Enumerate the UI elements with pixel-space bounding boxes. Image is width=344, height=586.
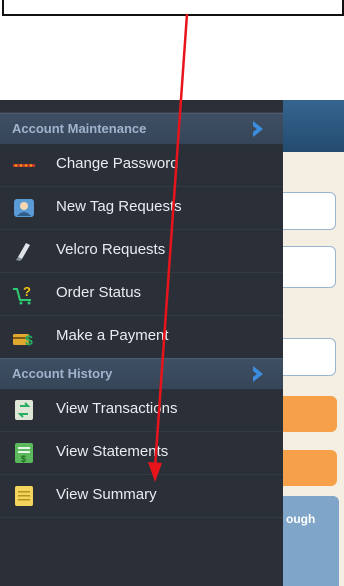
main-content-behind-drawer: ough <box>283 100 344 586</box>
money-card-icon: $ <box>13 332 33 348</box>
menu-item-view-summary[interactable]: View Summary <box>0 475 283 518</box>
cart-question-icon: ? <box>13 284 31 305</box>
section-title: Account Maintenance <box>12 121 147 136</box>
svg-text:$: $ <box>21 454 26 464</box>
menu-item-make-a-payment[interactable]: $ Make a Payment <box>0 316 283 359</box>
menu-item-label: View Summary <box>56 486 157 503</box>
input-field[interactable] <box>283 338 336 376</box>
menu-item-new-tag-requests[interactable]: New Tag Requests <box>0 187 283 230</box>
menu-item-change-password[interactable]: Change Password <box>0 144 283 187</box>
menu-item-view-transactions[interactable]: View Transactions <box>0 389 283 432</box>
section-title: Account History <box>12 366 113 381</box>
menu-item-view-statements[interactable]: $ View Statements <box>0 432 283 475</box>
summary-icon <box>15 486 33 506</box>
menu-item-label: Velcro Requests <box>56 241 166 258</box>
action-button[interactable] <box>283 396 337 432</box>
svg-text:$: $ <box>25 332 33 348</box>
menu-item-label: View Statements <box>56 443 169 460</box>
menu-item-label: New Tag Requests <box>56 198 182 215</box>
chevron-right-icon <box>253 366 263 382</box>
section-header-account-maintenance[interactable]: Account Maintenance <box>0 113 283 145</box>
info-panel: ough <box>283 496 339 586</box>
drawer-top-strip <box>0 100 283 113</box>
app-screen: ough Account Maintenance Change Password <box>0 100 344 586</box>
chevron-right-icon <box>253 121 263 137</box>
nav-bar <box>283 100 344 152</box>
menu-item-order-status[interactable]: ? Order Status <box>0 273 283 316</box>
tag-person-icon <box>14 199 34 217</box>
velcro-icon <box>16 243 30 261</box>
svg-text:?: ? <box>23 284 31 299</box>
menu-item-label: Make a Payment <box>56 327 169 344</box>
side-drawer-menu: Account Maintenance Change Password New … <box>0 100 283 586</box>
input-field[interactable] <box>283 246 336 288</box>
menu-item-velcro-requests[interactable]: Velcro Requests <box>0 230 283 273</box>
transactions-icon <box>15 400 33 420</box>
menu-item-label: Change Password <box>56 155 179 172</box>
input-field[interactable] <box>283 192 336 230</box>
statement-icon: $ <box>15 443 33 464</box>
menu-item-label: View Transactions <box>56 400 178 417</box>
section-header-account-history[interactable]: Account History <box>0 358 283 390</box>
password-dots-icon <box>13 164 35 167</box>
menu-item-label: Order Status <box>56 284 142 301</box>
info-panel-text: ough <box>286 512 316 526</box>
action-button[interactable] <box>283 450 337 486</box>
annotation-callout-box <box>2 0 344 16</box>
